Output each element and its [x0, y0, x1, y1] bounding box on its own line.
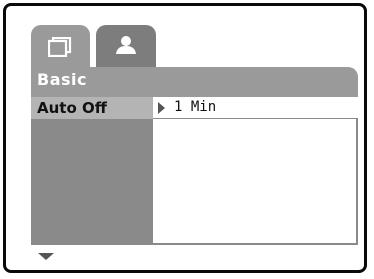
menu-list-panel [31, 97, 153, 245]
scroll-down-icon[interactable] [38, 253, 54, 260]
person-icon [116, 36, 136, 54]
display-icon [48, 37, 72, 57]
menu-item-value: 1 Min [174, 99, 217, 115]
menu-item-label: Auto Off [37, 99, 107, 117]
section-title: Basic [37, 70, 87, 89]
value-panel [153, 97, 358, 245]
tab-display[interactable] [31, 25, 90, 67]
tab-person[interactable] [96, 25, 156, 67]
triangle-right-icon [158, 102, 165, 114]
